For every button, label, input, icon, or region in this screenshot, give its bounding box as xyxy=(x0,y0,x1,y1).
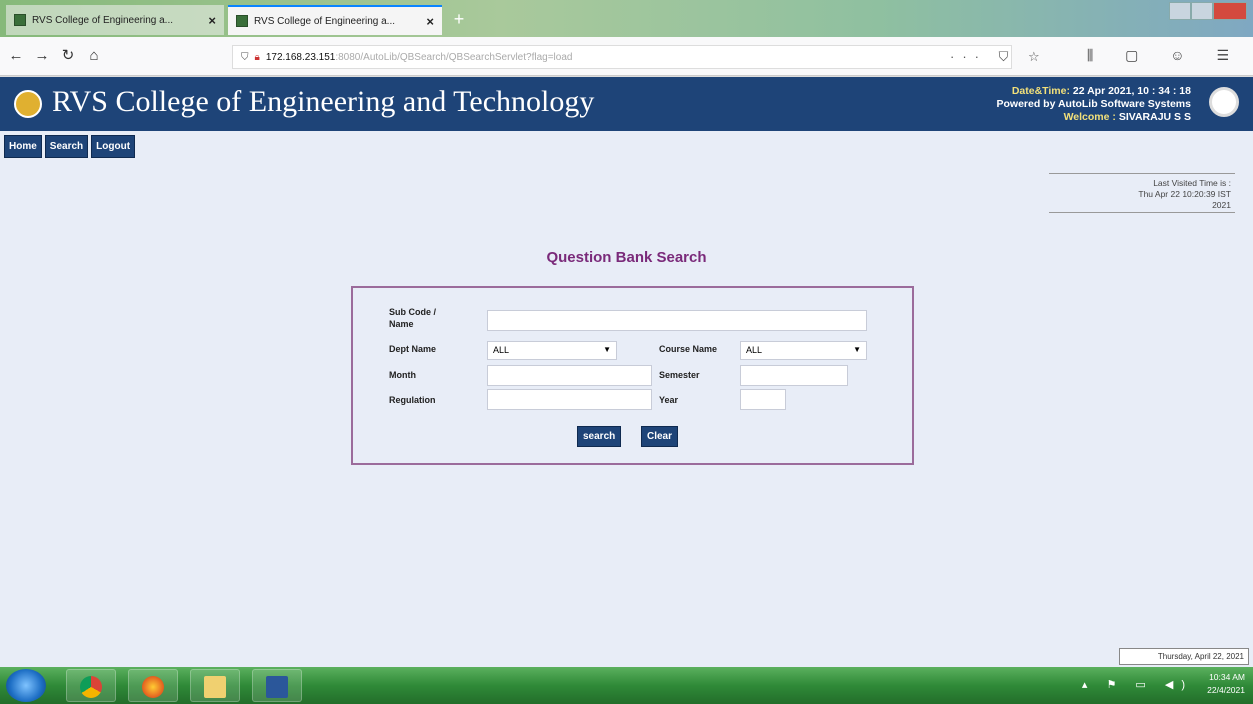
last-visit-line3: 2021 xyxy=(1212,200,1231,210)
search-form: Sub Code / Name Dept Name ALL ▼ Course Na… xyxy=(351,286,914,465)
minimize-icon[interactable] xyxy=(1169,2,1191,20)
month-label: Month xyxy=(389,370,416,380)
welcome-user: SIVARAJU S S xyxy=(1118,111,1191,123)
browser-tab-active[interactable]: RVS College of Engineering a... × xyxy=(228,5,442,35)
url-host: 172.168.23.151 xyxy=(265,51,336,63)
dept-select[interactable]: ALL ▼ xyxy=(487,341,617,360)
regulation-input[interactable] xyxy=(487,389,652,410)
main-menu: Home Search Logout xyxy=(4,135,136,158)
date-tooltip: Thursday, April 22, 2021 xyxy=(1119,648,1249,665)
chrome-icon xyxy=(80,676,102,698)
regulation-label: Regulation xyxy=(389,395,436,405)
url-bar[interactable]: ⛉ 🔒︎ 172.168.23.151 :8080/AutoLib/QBSear… xyxy=(232,45,1012,69)
year-input[interactable] xyxy=(740,389,786,410)
page-title: Question Bank Search xyxy=(546,249,707,266)
new-tab-button[interactable]: + xyxy=(448,8,470,30)
search-link[interactable]: Search xyxy=(44,135,89,158)
sub-code-input[interactable] xyxy=(487,310,867,331)
year-label: Year xyxy=(659,395,679,405)
course-select[interactable]: ALL ▼ xyxy=(740,341,867,360)
autolib-logo-icon xyxy=(1209,87,1239,117)
window-controls xyxy=(1169,2,1247,20)
back-icon[interactable]: ← xyxy=(6,46,26,66)
url-path: :8080/AutoLib/QBSearch/QBSearchServlet?f… xyxy=(335,51,573,63)
college-logo-icon xyxy=(14,90,42,118)
tab-title: RVS College of Engineering a... xyxy=(32,14,174,26)
college-name: RVS College of Engineering and Technolog… xyxy=(52,85,595,118)
favicon-icon xyxy=(14,14,26,26)
chevron-down-icon: ▼ xyxy=(853,345,861,354)
semester-input[interactable] xyxy=(740,365,848,386)
explorer-app[interactable] xyxy=(190,669,240,702)
course-value: ALL xyxy=(746,345,763,355)
start-button[interactable] xyxy=(6,669,46,702)
tab-title: RVS College of Engineering a... xyxy=(254,15,396,27)
lock-icon: 🔒︎ xyxy=(254,51,260,63)
chrome-app[interactable] xyxy=(66,669,116,702)
firefox-app[interactable] xyxy=(128,669,178,702)
close-tab-icon[interactable]: × xyxy=(208,13,216,28)
chevron-down-icon: ▼ xyxy=(603,345,611,354)
window-close-icon[interactable] xyxy=(1213,2,1247,20)
page-content: RVS College of Engineering and Technolog… xyxy=(0,77,1253,667)
toolbar-icons[interactable]: ⫼ ▢ ☺ ☰ xyxy=(1087,47,1243,64)
course-label: Course Name xyxy=(659,344,718,354)
forward-icon[interactable]: → xyxy=(32,46,52,66)
search-button[interactable]: search xyxy=(577,426,622,447)
home-link[interactable]: Home xyxy=(4,135,42,158)
browser-tab-inactive[interactable]: RVS College of Engineering a... × xyxy=(6,5,224,35)
home-icon[interactable]: ⌂ xyxy=(84,46,104,66)
clock-date: 22/4/2021 xyxy=(1207,685,1245,695)
welcome-label: Welcome : xyxy=(1063,111,1116,123)
last-visited-box: Last Visited Time is : Thu Apr 22 10:20:… xyxy=(1049,173,1235,213)
word-app[interactable] xyxy=(252,669,302,702)
clock-time: 10:34 AM xyxy=(1209,672,1245,682)
dept-value: ALL xyxy=(493,345,510,355)
header-banner: RVS College of Engineering and Technolog… xyxy=(0,77,1253,131)
month-input[interactable] xyxy=(487,365,652,386)
date-label: Date&Time: xyxy=(1011,85,1070,97)
shield-icon: ⛉ xyxy=(241,51,249,63)
reload-icon[interactable]: ↻ xyxy=(58,46,78,66)
word-icon xyxy=(266,676,288,698)
favicon-icon xyxy=(236,15,248,27)
browser-tab-strip: RVS College of Engineering a... × RVS Co… xyxy=(0,0,1253,37)
dept-label: Dept Name xyxy=(389,344,437,354)
last-visit-line1: Last Visited Time is : xyxy=(1153,178,1231,188)
taskbar: ▴ ⚑ ▭ ◀) 10:34 AM 22/4/2021 xyxy=(0,667,1253,704)
clear-button[interactable]: Clear xyxy=(641,426,679,447)
banner-info: Date&Time: 22 Apr 2021, 10 : 34 : 18 Pow… xyxy=(997,85,1192,124)
firefox-icon xyxy=(142,676,164,698)
folder-icon xyxy=(204,676,226,698)
close-tab-icon[interactable]: × xyxy=(426,14,434,29)
semester-label: Semester xyxy=(659,370,700,380)
powered-by: Powered by AutoLib Software Systems xyxy=(996,98,1192,110)
logout-link[interactable]: Logout xyxy=(91,135,136,158)
clock[interactable]: 10:34 AM 22/4/2021 xyxy=(1207,671,1245,697)
system-tray[interactable]: ▴ ⚑ ▭ ◀) xyxy=(1082,678,1193,691)
date-value: 22 Apr 2021, 10 : 34 : 18 xyxy=(1072,85,1191,97)
sub-code-label: Sub Code / Name xyxy=(389,307,436,329)
last-visit-line2: Thu Apr 22 10:20:39 IST xyxy=(1138,189,1231,199)
maximize-icon[interactable] xyxy=(1191,2,1213,20)
page-actions-icon[interactable]: ··· ⛉ ☆ xyxy=(950,49,1048,65)
